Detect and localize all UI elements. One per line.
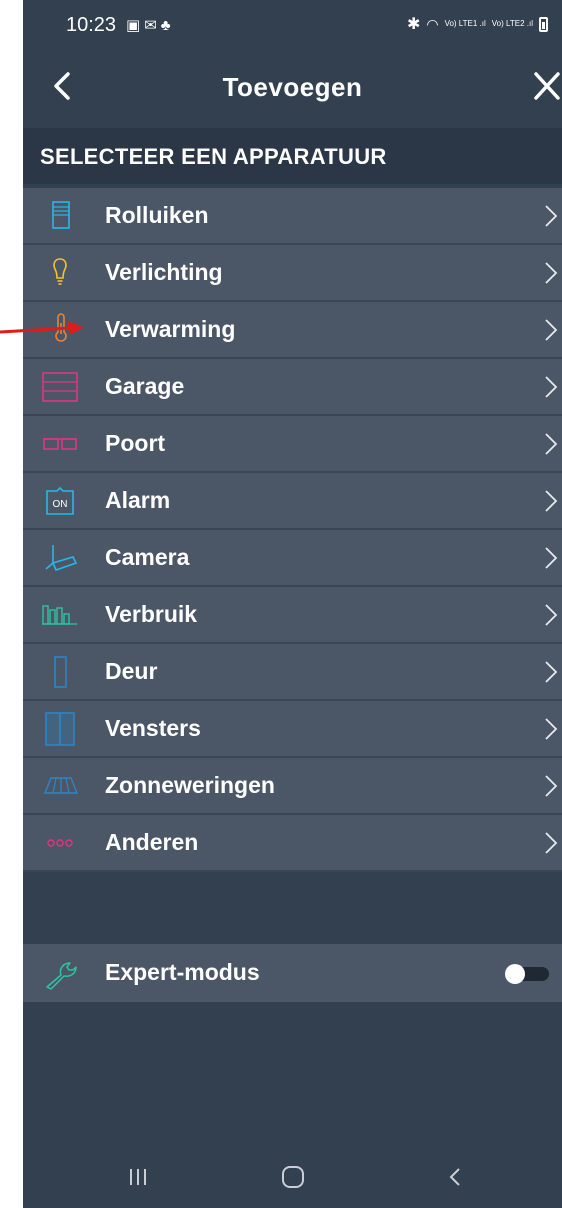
recents-icon[interactable] — [123, 1162, 153, 1192]
section-title: SELECTEER EEN APPARATUUR — [40, 144, 387, 169]
signal-lte2-icon: Vo) LTE2 .ıl — [491, 19, 533, 28]
chevron-right-icon — [545, 205, 558, 227]
chevron-right-icon — [545, 433, 558, 455]
close-icon[interactable] — [530, 68, 562, 104]
door-icon — [54, 656, 67, 688]
android-nav-bar — [23, 1144, 562, 1208]
header: Toevoegen — [23, 56, 562, 116]
device-item-verlichting[interactable]: Verlichting — [23, 245, 562, 302]
device-item-anderen[interactable]: Anderen — [23, 815, 562, 872]
gallery-icon: ▣ — [126, 17, 145, 34]
chevron-right-icon — [545, 319, 558, 341]
chevron-right-icon — [545, 262, 558, 284]
phone-screen: 10:23 ▣✉♣ ✱ ◠ Vo) LTE1 .ıl Vo) LTE2 .ıl … — [23, 0, 562, 1208]
device-label: Zonneweringen — [105, 772, 275, 798]
device-label: Alarm — [105, 487, 171, 513]
section-header: SELECTEER EEN APPARATUUR — [23, 128, 562, 184]
device-list: Rolluiken Verlichting Verwarming Garage … — [23, 188, 562, 872]
awning-icon — [43, 777, 79, 794]
garage-icon — [42, 372, 78, 402]
device-item-camera[interactable]: Camera — [23, 530, 562, 587]
device-item-verwarming[interactable]: Verwarming — [23, 302, 562, 359]
status-left-icons: ▣✉♣ — [126, 16, 175, 34]
gate-icon — [43, 438, 77, 450]
alarm-on-icon: ON — [46, 486, 74, 515]
device-item-verbruik[interactable]: Verbruik — [23, 587, 562, 644]
wrench-icon — [46, 962, 77, 990]
device-item-rolluiken[interactable]: Rolluiken — [23, 188, 562, 245]
device-label: Poort — [105, 430, 166, 456]
device-label: Camera — [105, 544, 190, 570]
page-title: Toevoegen — [222, 72, 363, 102]
camera-icon — [45, 545, 78, 572]
shutter-icon — [52, 201, 70, 229]
device-label: Vensters — [105, 715, 201, 741]
device-item-zonneweringen[interactable]: Zonneweringen — [23, 758, 562, 815]
device-label: Verbruik — [105, 601, 198, 627]
chevron-right-icon — [545, 832, 558, 854]
chevron-right-icon — [545, 604, 558, 626]
device-label: Anderen — [105, 829, 199, 855]
signal-lte1-icon: Vo) LTE1 .ıl — [444, 19, 486, 28]
device-item-deur[interactable]: Deur — [23, 644, 562, 701]
chevron-right-icon — [545, 490, 558, 512]
window-icon — [45, 712, 75, 746]
bluetooth-icon: ✱ — [406, 16, 421, 33]
home-icon[interactable] — [278, 1162, 308, 1192]
device-label: Verlichting — [105, 259, 223, 285]
device-item-alarm[interactable]: ON Alarm — [23, 473, 562, 530]
bulb-icon — [53, 258, 67, 285]
device-label: Deur — [105, 658, 158, 684]
status-right-icons: ✱ ◠ Vo) LTE1 .ıl Vo) LTE2 .ıl — [407, 14, 548, 34]
svg-text:ON: ON — [53, 499, 68, 510]
device-item-garage[interactable]: Garage — [23, 359, 562, 416]
status-time: 10:23 — [66, 14, 117, 36]
chevron-right-icon — [545, 376, 558, 398]
notification-icon: ✉ — [144, 17, 161, 34]
chevron-right-icon — [545, 718, 558, 740]
toggle-knob — [505, 964, 525, 984]
device-item-vensters[interactable]: Vensters — [23, 701, 562, 758]
others-icon — [47, 839, 73, 847]
battery-icon — [539, 16, 548, 32]
expert-mode-toggle[interactable] — [505, 964, 549, 984]
app-icon: ♣ — [160, 17, 175, 34]
consumption-icon — [42, 605, 77, 625]
back-icon[interactable] — [441, 1162, 471, 1192]
wifi-icon: ◠ — [426, 15, 439, 32]
status-bar: 10:23 ▣✉♣ ✱ ◠ Vo) LTE1 .ıl Vo) LTE2 .ıl — [23, 0, 562, 48]
chevron-right-icon — [545, 661, 558, 683]
device-label: Rolluiken — [105, 202, 209, 228]
device-label: Verwarming — [105, 316, 236, 342]
expert-mode-row: Expert-modus — [23, 944, 562, 1002]
device-label: Garage — [105, 373, 185, 399]
chevron-right-icon — [545, 547, 558, 569]
device-item-poort[interactable]: Poort — [23, 416, 562, 473]
expert-mode-label: Expert-modus — [105, 959, 260, 985]
chevron-right-icon — [545, 775, 558, 797]
annotation-arrow — [0, 321, 84, 335]
